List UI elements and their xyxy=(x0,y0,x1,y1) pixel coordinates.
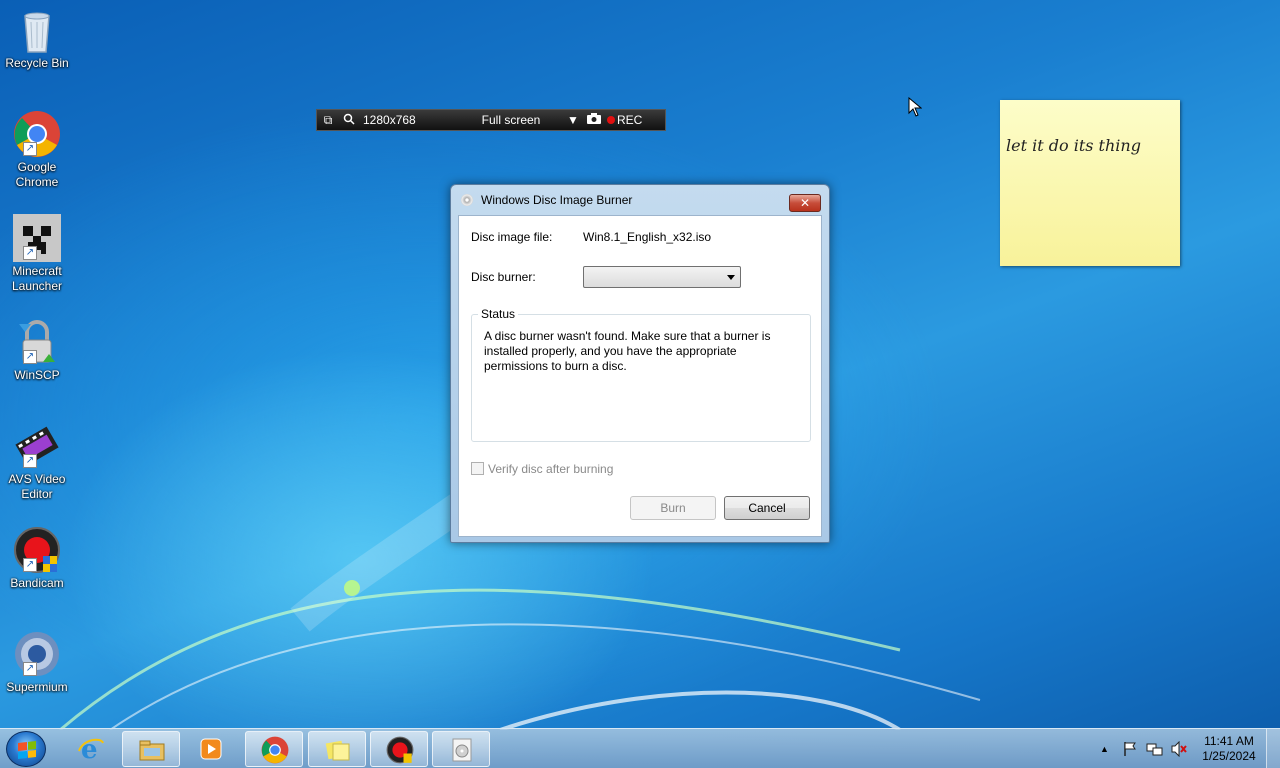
sticky-note[interactable]: let it do its thing xyxy=(1000,100,1180,266)
desktop-icon-recycle-bin[interactable]: Recycle Bin xyxy=(2,6,72,71)
capture-mode[interactable]: Full screen xyxy=(459,113,563,127)
verify-disc-label[interactable]: Verify disc after burning xyxy=(488,462,613,476)
windows-logo-icon xyxy=(18,741,36,759)
disc-image-file-label: Disc image file: xyxy=(471,230,553,244)
desktop-icon-bandicam[interactable]: ↗ Bandicam xyxy=(2,526,72,591)
status-groupbox: Status A disc burner wasn't found. Make … xyxy=(471,307,811,442)
shortcut-arrow-icon: ↗ xyxy=(23,454,37,468)
record-dot-icon xyxy=(607,116,615,124)
shortcut-arrow-icon: ↗ xyxy=(23,662,37,676)
desktop-icon-winscp[interactable]: ↗ WinSCP xyxy=(2,318,72,383)
internet-explorer-icon: e xyxy=(78,735,104,763)
recycle-bin-icon xyxy=(13,6,61,54)
clock-date: 1/25/2024 xyxy=(1202,749,1256,763)
taskbar-internet-explorer[interactable]: e xyxy=(62,731,120,767)
zoom-icon[interactable] xyxy=(339,113,359,128)
window-mode-icon[interactable]: ⧉ xyxy=(317,113,339,128)
desktop-icon-label: Minecraft Launcher xyxy=(11,264,63,293)
shortcut-arrow-icon: ↗ xyxy=(23,350,37,364)
desktop-icon-avs-video-editor[interactable]: ↗ AVS Video Editor xyxy=(2,422,72,502)
shortcut-arrow-icon: ↗ xyxy=(23,246,37,260)
close-button[interactable]: ✕ xyxy=(789,194,821,212)
sticky-note-text[interactable]: let it do its thing xyxy=(1006,136,1174,155)
taskbar-chrome[interactable] xyxy=(245,731,303,767)
file-explorer-icon xyxy=(139,740,165,761)
clock-time: 11:41 AM xyxy=(1204,734,1254,748)
taskbar-bandicam[interactable] xyxy=(370,731,428,767)
winscp-icon: ↗ xyxy=(13,318,61,366)
desktop-icon-minecraft-launcher[interactable]: ↗ Minecraft Launcher xyxy=(2,214,72,294)
disc-icon xyxy=(461,194,473,206)
start-button[interactable] xyxy=(6,731,46,767)
status-legend: Status xyxy=(478,307,519,321)
verify-disc-checkbox[interactable] xyxy=(471,462,484,475)
shortcut-arrow-icon: ↗ xyxy=(23,142,37,156)
bandicam-toolbar[interactable]: ⧉ 1280x768 Full screen ▼ REC xyxy=(316,109,666,131)
disc-burner-select[interactable] xyxy=(583,266,741,288)
chrome-icon: ↗ xyxy=(13,110,61,158)
desktop-icon-label: Google Chrome xyxy=(15,160,59,189)
taskbar-sticky-notes[interactable] xyxy=(308,731,366,767)
desktop-icon-label: Bandicam xyxy=(10,576,64,590)
capture-resolution: 1280x768 xyxy=(363,113,416,127)
taskbar-media-player[interactable] xyxy=(182,731,240,767)
bandicam-icon xyxy=(386,736,414,764)
rec-button[interactable]: REC xyxy=(605,113,642,127)
action-center-flag-icon[interactable] xyxy=(1122,741,1138,757)
show-desktop-button[interactable] xyxy=(1266,729,1280,768)
desktop-icon-label: Recycle Bin xyxy=(5,56,69,70)
chevron-up-icon: ▲ xyxy=(1100,744,1109,754)
desktop-icon-label: Supermium xyxy=(6,680,68,694)
dialog-client-area: Disc image file: Win8.1_English_x32.iso … xyxy=(458,215,822,537)
media-player-icon xyxy=(200,738,222,760)
shortcut-arrow-icon: ↗ xyxy=(23,558,37,572)
supermium-icon: ↗ xyxy=(13,630,61,678)
desktop-icon-label: AVS Video Editor xyxy=(8,472,66,501)
sticky-notes-icon xyxy=(325,740,350,761)
show-hidden-icons-button[interactable]: ▲ xyxy=(1100,741,1109,768)
chevron-down-icon xyxy=(727,275,735,280)
disc-image-burner-icon xyxy=(452,738,472,762)
disc-image-burner-dialog: Windows Disc Image Burner ✕ Disc image f… xyxy=(450,184,830,543)
network-icon[interactable] xyxy=(1146,741,1164,757)
taskbar-file-explorer[interactable] xyxy=(122,731,180,767)
minecraft-icon: ↗ xyxy=(13,214,61,262)
mouse-cursor-icon xyxy=(908,97,922,117)
taskbar: e ▲ 11:41 AM 1/25/2024 xyxy=(0,728,1280,768)
bandicam-icon: ↗ xyxy=(13,526,61,574)
desktop-icon-label: WinSCP xyxy=(14,368,60,382)
chrome-icon xyxy=(261,736,289,764)
mode-dropdown-icon[interactable]: ▼ xyxy=(563,113,583,127)
status-message: A disc burner wasn't found. Make sure th… xyxy=(484,329,771,373)
disc-image-file-value: Win8.1_English_x32.iso xyxy=(583,230,712,244)
dialog-title: Windows Disc Image Burner xyxy=(481,193,633,207)
cancel-button[interactable]: Cancel xyxy=(724,496,810,520)
burn-button[interactable]: Burn xyxy=(630,496,716,520)
disc-burner-label: Disc burner: xyxy=(471,270,536,284)
avs-video-editor-icon: ↗ xyxy=(13,422,61,470)
desktop-icon-google-chrome[interactable]: ↗ Google Chrome xyxy=(2,110,72,190)
taskbar-disc-image-burner[interactable] xyxy=(432,731,490,767)
volume-muted-icon[interactable] xyxy=(1170,741,1188,757)
desktop-icon-supermium[interactable]: ↗ Supermium xyxy=(2,630,72,695)
rec-label: REC xyxy=(617,113,643,127)
dialog-titlebar[interactable]: Windows Disc Image Burner xyxy=(451,185,829,215)
system-clock[interactable]: 11:41 AM 1/25/2024 xyxy=(1194,734,1264,764)
screenshot-camera-icon[interactable] xyxy=(583,113,605,127)
